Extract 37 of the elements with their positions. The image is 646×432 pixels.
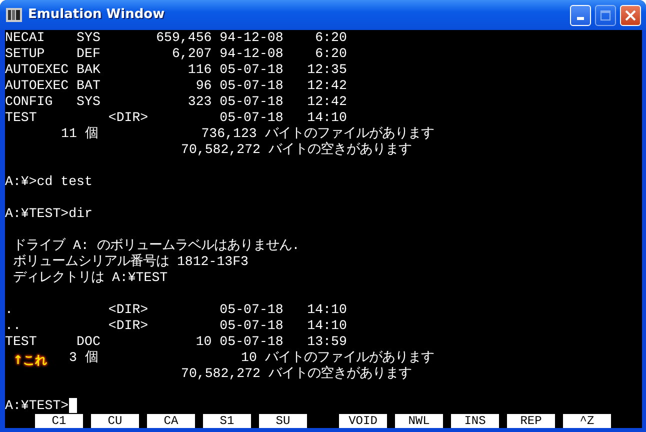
close-icon [625,10,636,20]
terminal-line: AUTOEXEC BAK 116 05-07-18 12:35 [5,62,347,78]
terminal-line: A:¥>cd test [5,174,92,190]
terminal-line: A:¥TEST>dir [5,206,92,222]
terminal-line: SETUP DEF 6,207 94-12-08 6:20 [5,46,347,62]
terminal-line: 11 個 736,123 バイトのファイルがあります [61,126,434,142]
function-key[interactable]: SU [259,414,307,428]
terminal-line: . <DIR> 05-07-18 14:10 [5,302,347,318]
terminal-line: ドライブ A: のボリュームラベルはありません. [13,238,300,254]
terminal-line: .. <DIR> 05-07-18 14:10 [5,318,347,334]
terminal-line: 70,582,272 バイトの空きがあります [181,142,412,158]
function-key[interactable]: C1 [35,414,83,428]
function-key[interactable]: REP [507,414,555,428]
terminal-line: A:¥TEST> [5,398,77,414]
function-key[interactable]: NWL [395,414,443,428]
function-key[interactable]: S1 [203,414,251,428]
function-key[interactable]: ^Z [563,414,611,428]
annotation-label: ↑これ [13,353,48,367]
window-title: Emulation Window [28,6,165,24]
function-key[interactable]: CA [147,414,195,428]
minimize-icon [577,17,584,20]
close-button[interactable] [620,4,641,26]
terminal-line: 3 個 10 バイトのファイルがあります [69,350,434,366]
function-key[interactable]: CU [91,414,139,428]
terminal-line: TEST DOC 10 05-07-18 13:59 [5,334,347,350]
terminal-line: ディレクトリは A:¥TEST [13,270,168,286]
terminal-line: 70,582,272 バイトの空きがあります [181,366,412,382]
terminal-line: NECAI SYS 659,456 94-12-08 6:20 [5,30,347,46]
function-key[interactable]: INS [451,414,499,428]
terminal-line: AUTOEXEC BAT 96 05-07-18 12:42 [5,78,347,94]
terminal-line: CONFIG SYS 323 05-07-18 12:42 [5,94,347,110]
maximize-icon [600,10,611,20]
app-icon [6,7,22,23]
function-key[interactable]: VOID [339,414,387,428]
terminal-line: TEST <DIR> 05-07-18 14:10 [5,110,347,126]
minimize-button[interactable] [570,4,591,26]
terminal-line: ボリュームシリアル番号は 1812-13F3 [13,254,249,270]
